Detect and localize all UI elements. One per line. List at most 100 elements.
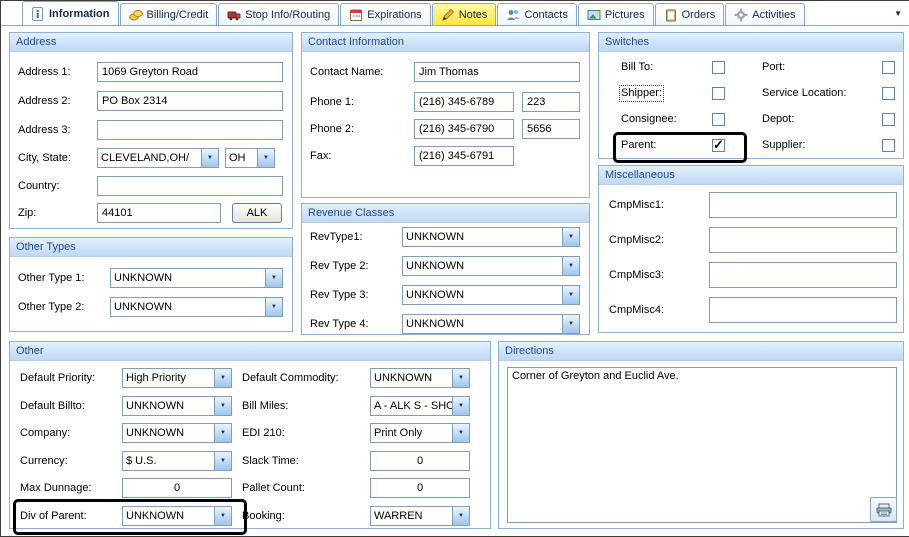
- chevron-down-icon[interactable]: [201, 149, 218, 167]
- chevron-down-icon[interactable]: [214, 452, 231, 470]
- cmpmisc1-label: CmpMisc1:: [609, 199, 664, 212]
- chevron-down-icon[interactable]: [562, 315, 579, 333]
- slack-time-label: Slack Time:: [242, 455, 299, 468]
- alk-button[interactable]: ALK: [232, 203, 282, 223]
- company-value: UNKNOWN: [123, 424, 214, 442]
- edi-210-combo[interactable]: Print Only: [370, 423, 470, 443]
- phone1-input[interactable]: [414, 92, 514, 112]
- chevron-down-icon[interactable]: [452, 507, 469, 525]
- chevron-down-icon[interactable]: [562, 228, 579, 246]
- chevron-down-icon[interactable]: [214, 507, 231, 525]
- revtype3-combo[interactable]: UNKNOWN: [402, 285, 580, 305]
- state-combo[interactable]: OH: [225, 148, 275, 168]
- cmpmisc1-input[interactable]: [709, 192, 897, 218]
- tab-stop-info-routing[interactable]: Stop Info/Routing: [218, 3, 339, 25]
- chevron-down-icon[interactable]: [265, 298, 282, 316]
- tab-expirations[interactable]: Expirations: [340, 3, 430, 25]
- slack-time-input[interactable]: [370, 451, 470, 471]
- parent-checkbox[interactable]: [712, 139, 725, 152]
- default-billto-combo[interactable]: UNKNOWN: [122, 396, 232, 416]
- bill-to-checkbox[interactable]: [712, 61, 725, 74]
- print-directions-button[interactable]: [870, 497, 897, 522]
- cmpmisc3-input[interactable]: [709, 262, 897, 288]
- cmpmisc2-input[interactable]: [709, 227, 897, 253]
- tab-overflow-button[interactable]: ▼: [894, 9, 902, 18]
- company-label: Company:: [20, 427, 70, 440]
- depot-checkbox[interactable]: [882, 113, 895, 126]
- address-group: Address Address 1: Address 2: Address 3:…: [9, 32, 293, 229]
- pallet-count-label: Pallet Count:: [242, 482, 305, 495]
- cmpmisc4-input[interactable]: [709, 297, 897, 323]
- address1-input[interactable]: [97, 62, 283, 82]
- chevron-down-icon[interactable]: [452, 369, 469, 387]
- cmpmisc3-label: CmpMisc3:: [609, 269, 664, 282]
- edi-210-value: Print Only: [371, 424, 452, 442]
- revtype4-combo[interactable]: UNKNOWN: [402, 314, 580, 334]
- address3-label: Address 3:: [18, 124, 71, 137]
- chevron-down-icon[interactable]: [562, 257, 579, 275]
- chevron-down-icon[interactable]: [214, 424, 231, 442]
- address2-label: Address 2:: [18, 95, 71, 108]
- phone1-label: Phone 1:: [310, 96, 354, 109]
- address2-input[interactable]: [97, 91, 283, 111]
- tab-pictures[interactable]: Pictures: [578, 3, 654, 25]
- supplier-checkbox[interactable]: [882, 139, 895, 152]
- tab-activities[interactable]: Activities: [725, 3, 804, 25]
- chevron-down-icon[interactable]: [562, 286, 579, 304]
- port-checkbox[interactable]: [882, 61, 895, 74]
- tab-contacts[interactable]: Contacts: [497, 3, 576, 25]
- consignee-checkbox[interactable]: [712, 113, 725, 126]
- shipper-checkbox[interactable]: [712, 87, 725, 100]
- contact-name-input[interactable]: [414, 62, 580, 82]
- revenue-classes-group: Revenue Classes RevType1: UNKNOWN Rev Ty…: [301, 203, 590, 335]
- default-billto-label: Default Billto:: [20, 400, 85, 413]
- address3-input[interactable]: [97, 120, 283, 140]
- directions-group: Directions Corner of Greyton and Euclid …: [498, 341, 904, 529]
- tab-information[interactable]: Information: [22, 1, 119, 25]
- chevron-down-icon[interactable]: [452, 397, 469, 415]
- tab-billing-credit[interactable]: Billing/Credit: [120, 3, 218, 25]
- div-of-parent-combo[interactable]: UNKNOWN: [122, 506, 232, 526]
- directions-group-header: Directions: [499, 342, 903, 361]
- bill-miles-combo[interactable]: A - ALK S - SHO: [370, 396, 470, 416]
- chevron-down-icon[interactable]: [214, 397, 231, 415]
- tab-label: Notes: [459, 9, 488, 21]
- revtype4-label: Rev Type 4:: [310, 318, 369, 331]
- chevron-down-icon[interactable]: [265, 269, 282, 287]
- default-priority-combo[interactable]: High Priority: [122, 368, 232, 388]
- tab-label: Activities: [752, 9, 795, 21]
- chevron-down-icon[interactable]: [214, 369, 231, 387]
- information-icon: [31, 7, 45, 21]
- currency-combo[interactable]: $ U.S.: [122, 451, 232, 471]
- company-combo[interactable]: UNKNOWN: [122, 423, 232, 443]
- revtype2-combo[interactable]: UNKNOWN: [402, 256, 580, 276]
- revtype1-combo[interactable]: UNKNOWN: [402, 227, 580, 247]
- country-input[interactable]: [97, 176, 283, 196]
- zip-input[interactable]: [97, 203, 221, 223]
- notes-icon: [441, 8, 455, 22]
- phone2-extension-input[interactable]: [522, 119, 580, 139]
- pallet-count-input[interactable]: [370, 478, 470, 498]
- revtype4-value: UNKNOWN: [403, 315, 562, 333]
- booking-combo[interactable]: WARREN: [370, 506, 470, 526]
- max-dunnage-label: Max Dunnage:: [20, 482, 92, 495]
- chevron-down-icon[interactable]: [257, 149, 274, 167]
- consignee-label: Consignee:: [621, 113, 677, 126]
- bill-miles-label: Bill Miles:: [242, 400, 288, 413]
- service-location-checkbox[interactable]: [882, 87, 895, 100]
- tab-orders[interactable]: Orders: [655, 3, 725, 25]
- other-type2-combo[interactable]: UNKNOWN: [110, 297, 283, 317]
- phone2-input[interactable]: [414, 119, 514, 139]
- phone2-label: Phone 2:: [310, 123, 354, 136]
- other-type1-combo[interactable]: UNKNOWN: [110, 268, 283, 288]
- fax-input[interactable]: [414, 146, 514, 166]
- tab-notes[interactable]: Notes: [432, 3, 497, 25]
- directions-textarea[interactable]: Corner of Greyton and Euclid Ave.: [507, 367, 897, 523]
- max-dunnage-input[interactable]: [122, 478, 232, 498]
- contact-information-group: Contact Information Contact Name: Phone …: [301, 32, 590, 198]
- default-commodity-combo[interactable]: UNKNOWN: [370, 368, 470, 388]
- chevron-down-icon[interactable]: [452, 424, 469, 442]
- city-combo[interactable]: CLEVELAND,OH/: [97, 148, 219, 168]
- customer-information-window: Information Billing/Credit Stop Info/Rou…: [0, 0, 909, 537]
- phone1-extension-input[interactable]: [522, 92, 580, 112]
